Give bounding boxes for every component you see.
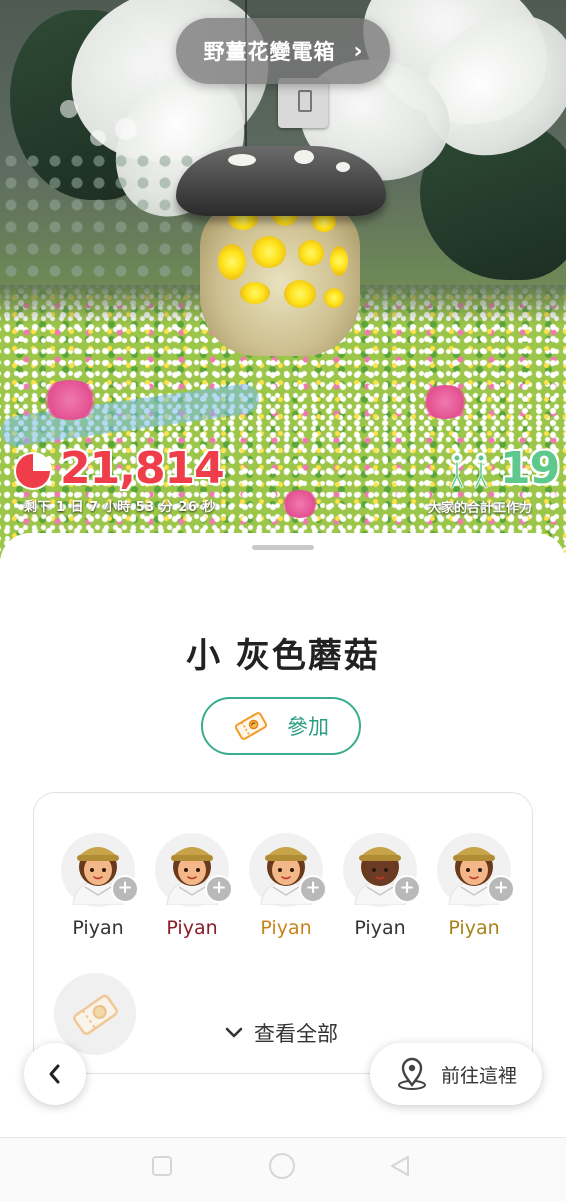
chevron-right-icon: ›: [353, 38, 363, 64]
go-here-label: 前往這裡: [440, 1064, 517, 1087]
view-all-label: 查看全部: [254, 1022, 338, 1046]
member-name: Piyan: [448, 917, 500, 939]
location-name: 野薑花變電箱: [203, 40, 336, 64]
member-item[interactable]: + Piyan: [150, 833, 234, 939]
chevron-left-icon: [49, 1064, 60, 1084]
join-button[interactable]: 參加: [201, 697, 361, 755]
pink-flower-patch: [420, 385, 470, 419]
go-here-button[interactable]: 前往這裡: [370, 1043, 542, 1105]
member-item[interactable]: + Piyan: [56, 833, 140, 939]
view-all-button[interactable]: 查看全部: [224, 1018, 338, 1048]
add-friend-icon[interactable]: +: [111, 875, 139, 903]
time-remaining-pie-icon: [14, 452, 52, 490]
ticket-icon: [234, 712, 268, 740]
square-icon: [152, 1156, 172, 1176]
ticket-icon: [73, 994, 118, 1035]
member-name: Piyan: [354, 917, 406, 939]
total-work-power-label: 大家的合計工作力: [428, 501, 533, 516]
sheet-drag-handle[interactable]: [252, 545, 314, 550]
total-work-power-value: 19: [500, 443, 560, 494]
bokeh: [90, 130, 106, 146]
avatar: +: [249, 833, 327, 907]
avatar: +: [343, 833, 421, 907]
mushroom-cap: [176, 146, 386, 216]
empty-member-slot[interactable]: [54, 973, 136, 1055]
triangle-back-icon: [391, 1156, 409, 1176]
circle-icon: [269, 1153, 295, 1179]
system-navigation-bar: [0, 1137, 566, 1201]
map-pin-icon: [397, 1057, 426, 1090]
location-name-chip[interactable]: 野薑花變電箱 ›: [176, 18, 390, 84]
workers-icon: [448, 452, 490, 489]
recent-apps-button[interactable]: [150, 1154, 174, 1182]
ar-camera-view: 野薑花變電箱 › 21,814 剩下 1 日 7 小時 53 分 26 秒 19…: [0, 0, 566, 560]
avatar: +: [155, 833, 233, 907]
system-back-button[interactable]: [388, 1154, 412, 1182]
bokeh: [115, 118, 137, 140]
cabinet-lock-panel: [278, 78, 328, 128]
back-button[interactable]: [24, 1043, 86, 1105]
time-left-text: 剩下 1 日 7 小時 53 分 26 秒: [24, 500, 216, 515]
mushroom-stem: [200, 196, 360, 356]
member-name: Piyan: [166, 917, 218, 939]
member-name: Piyan: [72, 917, 124, 939]
join-button-label: 參加: [287, 715, 329, 739]
add-friend-icon[interactable]: +: [487, 875, 515, 903]
mushroom-title: 小 灰色蘑菇: [186, 636, 380, 676]
add-friend-icon[interactable]: +: [205, 875, 233, 903]
home-button[interactable]: [267, 1151, 297, 1185]
member-item[interactable]: + Piyan: [432, 833, 516, 939]
gray-mushroom-object[interactable]: [170, 140, 390, 360]
remaining-hp-value: 21,814: [60, 443, 225, 494]
member-item[interactable]: + Piyan: [244, 833, 328, 939]
add-friend-icon[interactable]: +: [299, 875, 327, 903]
pink-flower-patch: [280, 490, 320, 518]
avatar: +: [437, 833, 515, 907]
member-name: Piyan: [260, 917, 312, 939]
member-item[interactable]: + Piyan: [338, 833, 422, 939]
bokeh: [60, 100, 78, 118]
members-card: + Piyan + Piyan + Piyan + Piyan + Piyan 查看全部: [33, 792, 533, 1074]
avatar: +: [61, 833, 139, 907]
pink-flower-patch: [40, 380, 100, 420]
chevron-down-icon: [225, 1027, 243, 1038]
add-friend-icon[interactable]: +: [393, 875, 421, 903]
